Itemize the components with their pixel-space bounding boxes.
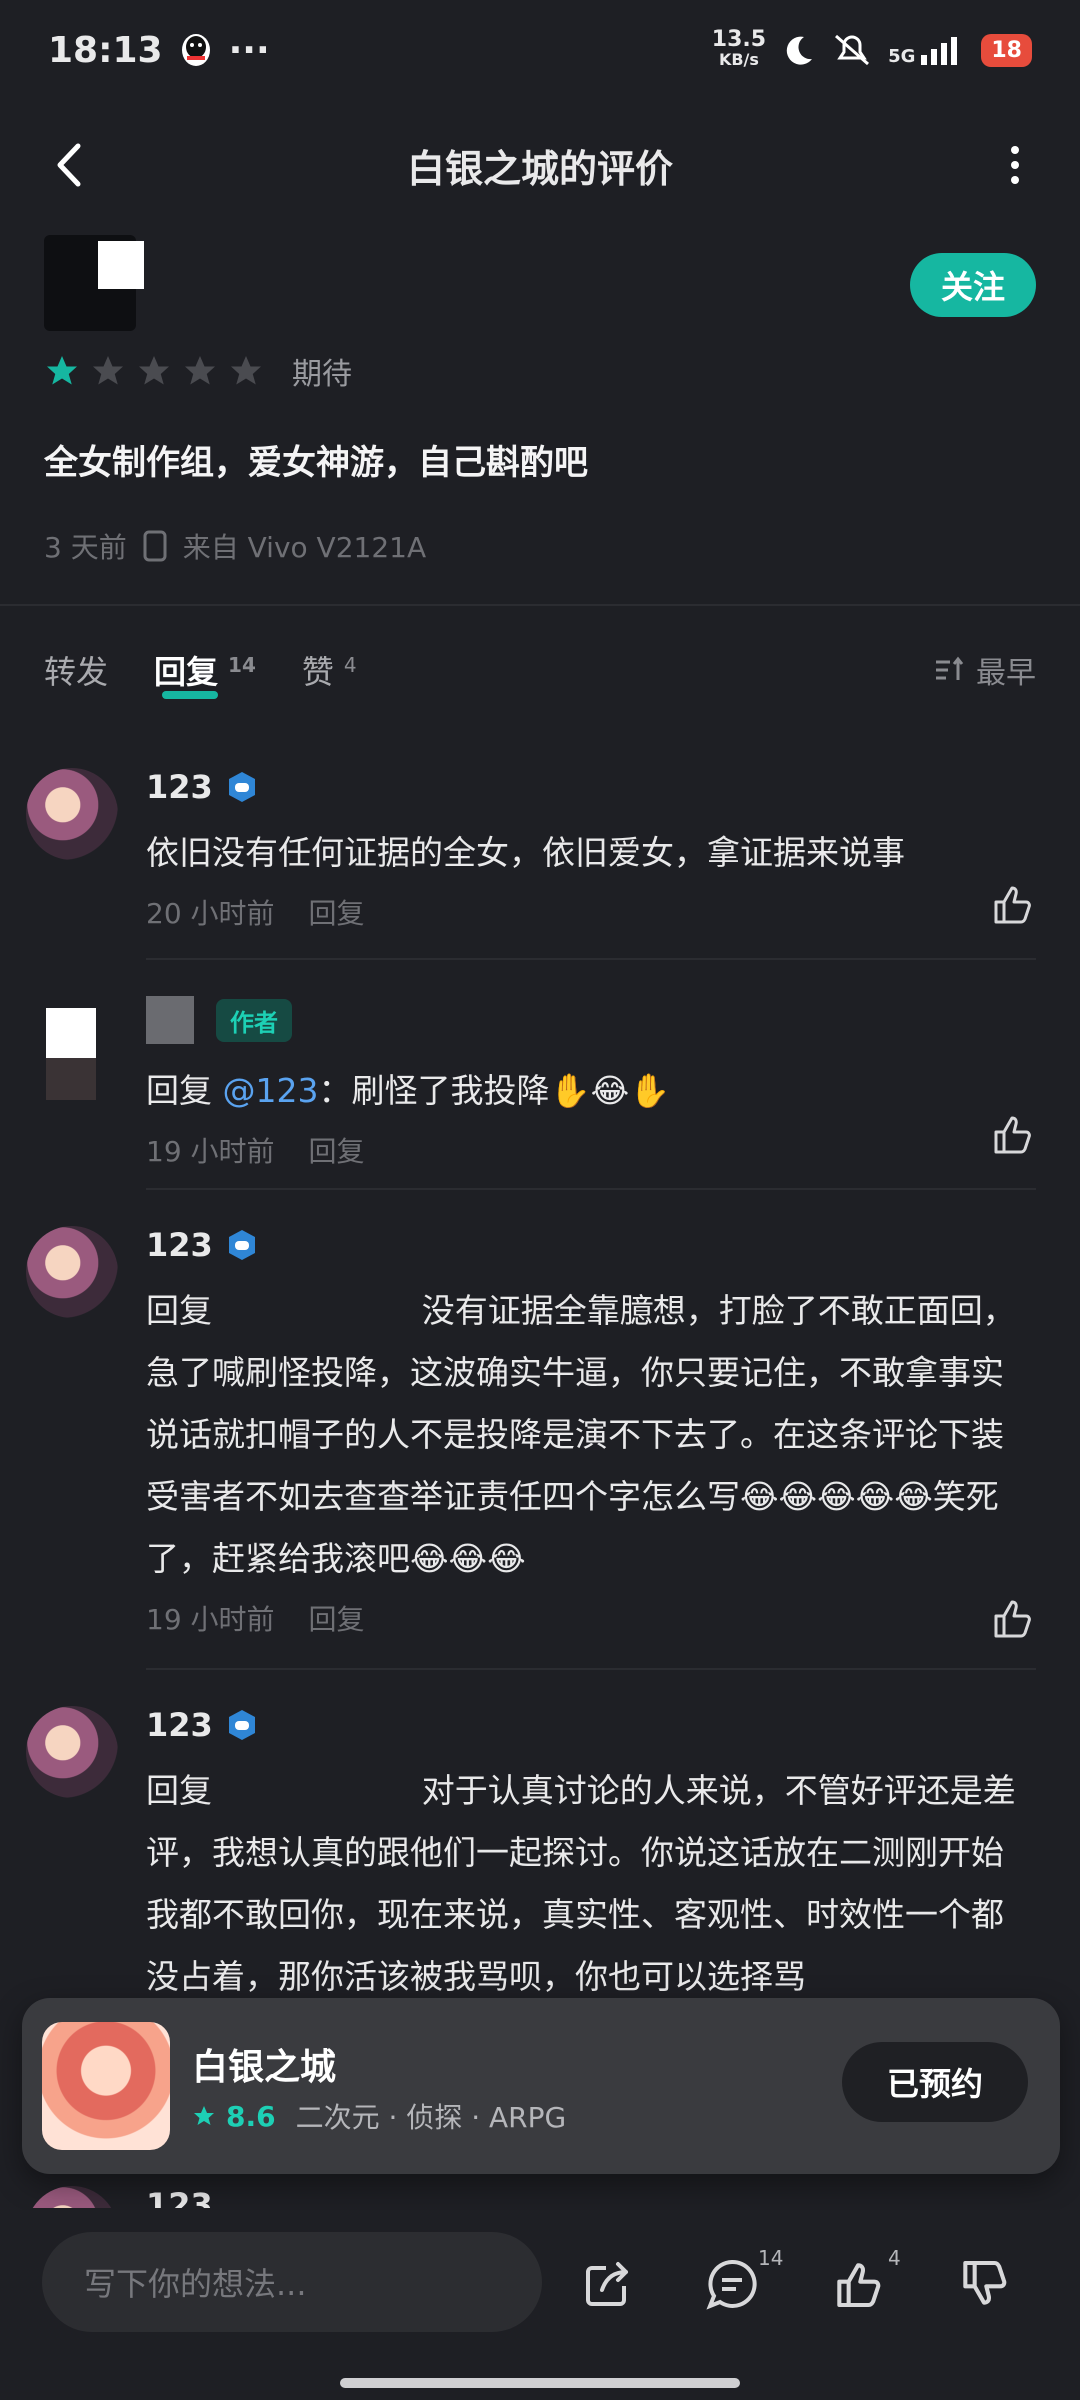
reply-prefix: 回复 bbox=[146, 1071, 223, 1110]
comment-icon[interactable] bbox=[704, 2256, 760, 2312]
sort-icon bbox=[934, 656, 966, 684]
net-speed-value: 13.5 bbox=[711, 27, 767, 52]
back-button[interactable] bbox=[50, 140, 90, 190]
star-icon bbox=[47, 356, 77, 385]
review-device: 来自 Vivo V2121A bbox=[182, 531, 427, 564]
more-options-icon[interactable] bbox=[1000, 140, 1030, 190]
net-speed-unit: KB/s bbox=[718, 50, 759, 69]
signal-icon: 5G bbox=[888, 33, 965, 67]
rating-label: 期待 bbox=[292, 357, 352, 392]
star-icon bbox=[194, 2106, 214, 2125]
tab-like-label: 赞 bbox=[301, 653, 334, 691]
comment-text: 回复 @123：刷怪了我投降✋😂✋ bbox=[146, 1060, 1036, 1122]
sort-toggle[interactable]: 最早 bbox=[934, 648, 1036, 692]
star-icon bbox=[231, 356, 261, 385]
commenter-avatar[interactable] bbox=[26, 2186, 118, 2208]
mute-icon bbox=[832, 32, 872, 68]
thumbs-up-icon[interactable] bbox=[988, 1594, 1036, 1642]
like-icon[interactable] bbox=[830, 2256, 886, 2312]
section-divider bbox=[0, 604, 1080, 606]
star-icon bbox=[139, 356, 169, 385]
comment-divider bbox=[146, 958, 1036, 960]
gamepad-badge-icon bbox=[228, 1710, 255, 1740]
commenter-avatar[interactable] bbox=[26, 996, 118, 1106]
tab-reply[interactable]: 回复 14 bbox=[154, 647, 256, 699]
commenter-avatar[interactable] bbox=[26, 768, 118, 860]
phone-icon bbox=[143, 530, 167, 562]
author-badge: 作者 bbox=[216, 998, 292, 1042]
page-title: 白银之城的评价 bbox=[406, 146, 673, 191]
reviewer-avatar[interactable] bbox=[44, 235, 144, 331]
battery-indicator: 18 bbox=[981, 33, 1032, 67]
qq-icon bbox=[179, 32, 213, 68]
gamepad-badge-icon bbox=[228, 1230, 255, 1260]
comment-divider bbox=[146, 1668, 1036, 1670]
app-header: 白银之城的评价 bbox=[0, 110, 1080, 220]
comment-divider bbox=[146, 1188, 1036, 1190]
active-tab-indicator bbox=[162, 691, 219, 699]
like-count: 4 bbox=[888, 2246, 901, 2270]
bottom-action-bar: 写下你的想法... 14 4 bbox=[0, 2210, 1080, 2370]
reserved-button[interactable]: 已预约 bbox=[842, 2042, 1028, 2122]
tab-reply-count: 14 bbox=[228, 653, 256, 677]
comment-input[interactable]: 写下你的想法... bbox=[42, 2232, 542, 2332]
sort-label: 最早 bbox=[976, 656, 1036, 691]
star-icon bbox=[93, 356, 123, 385]
reply-link[interactable]: 回复 bbox=[309, 1130, 365, 1170]
tab-like-count: 4 bbox=[343, 653, 357, 677]
comment-text: 依旧没有任何证据的全女，依旧爱女，拿证据来说事 bbox=[146, 833, 905, 872]
game-score: 8.6 bbox=[226, 2099, 276, 2133]
commenter-name[interactable]: 123 bbox=[146, 2186, 213, 2208]
dislike-icon[interactable] bbox=[956, 2256, 1012, 2312]
thumbs-up-icon[interactable] bbox=[988, 880, 1036, 928]
game-card[interactable]: 白银之城 8.6 二次元 · 侦探 · ARPG 已预约 bbox=[22, 1998, 1060, 2174]
game-title: 白银之城 bbox=[192, 2047, 337, 2088]
game-tags: 二次元 · 侦探 · ARPG bbox=[295, 2101, 567, 2134]
game-icon[interactable] bbox=[42, 2022, 170, 2150]
star-icon bbox=[185, 356, 215, 385]
home-indicator[interactable] bbox=[340, 2378, 740, 2388]
status-time: 18:13 bbox=[48, 29, 163, 71]
mention-link[interactable]: @123 bbox=[223, 1071, 319, 1110]
reply-link[interactable]: 回复 bbox=[309, 1598, 365, 1638]
review-time: 3 天前 bbox=[44, 531, 127, 564]
gamepad-badge-icon bbox=[228, 772, 255, 802]
tab-repost-label: 转发 bbox=[44, 653, 109, 691]
review-text: 全女制作组，爱女神游，自己斟酌吧 bbox=[44, 443, 588, 483]
commenter-name[interactable]: 123 bbox=[146, 1226, 213, 1264]
interaction-tabs: 转发 回复 14 赞 4 最早 bbox=[44, 640, 1036, 700]
comment-time: 19 小时前 bbox=[146, 1603, 275, 1636]
comment-time: 20 小时前 bbox=[146, 897, 275, 930]
tab-like[interactable]: 赞 4 bbox=[302, 647, 357, 693]
network-type: 5G bbox=[888, 46, 916, 67]
thumbs-up-icon[interactable] bbox=[988, 1110, 1036, 1158]
comment-item: 123 bbox=[0, 2186, 1080, 2208]
comment-count: 14 bbox=[758, 2246, 784, 2270]
comment-item: 123 回复 对于认真讨论的人来说，不管好评还是差评，我想认真的跟他们一起探讨。… bbox=[0, 1706, 1080, 1996]
commenter-name[interactable]: 123 bbox=[146, 768, 213, 806]
commenter-avatar[interactable] bbox=[26, 1706, 118, 1798]
blurred-name bbox=[146, 996, 194, 1044]
follow-button[interactable]: 关注 bbox=[910, 253, 1036, 317]
comment-time: 19 小时前 bbox=[146, 1135, 275, 1168]
tab-reply-label: 回复 bbox=[154, 653, 219, 691]
status-bar: 18:13 ··· 13.5 KB/s 5G 18 bbox=[0, 0, 1080, 100]
game-subtitle: 8.6 二次元 · 侦探 · ARPG bbox=[192, 2096, 566, 2136]
more-notifications-icon: ··· bbox=[228, 29, 270, 71]
review-card: 关注 期待 全女制作组，爱女神游，自己斟酌吧 3 天前 来自 Vivo V212… bbox=[44, 235, 1036, 566]
comment-content: ：刷怪了我投降✋😂✋ bbox=[318, 1071, 671, 1110]
comment-text: 回复 没有证据全靠臆想，打脸了不敢正面回，急了喊刷怪投降，这波确实牛逼，你只要记… bbox=[146, 1291, 1016, 1578]
review-meta: 3 天前 来自 Vivo V2121A bbox=[44, 526, 1036, 566]
tab-repost[interactable]: 转发 bbox=[44, 647, 108, 693]
commenter-avatar[interactable] bbox=[26, 1226, 118, 1318]
comment-text: 回复 对于认真讨论的人来说，不管好评还是差评，我想认真的跟他们一起探讨。你说这话… bbox=[146, 1771, 1016, 1996]
commenter-name[interactable]: 123 bbox=[146, 1706, 213, 1744]
share-icon[interactable] bbox=[580, 2256, 636, 2312]
reply-link[interactable]: 回复 bbox=[309, 892, 365, 932]
moon-icon bbox=[782, 33, 816, 67]
rating-stars: 期待 bbox=[44, 349, 1036, 393]
